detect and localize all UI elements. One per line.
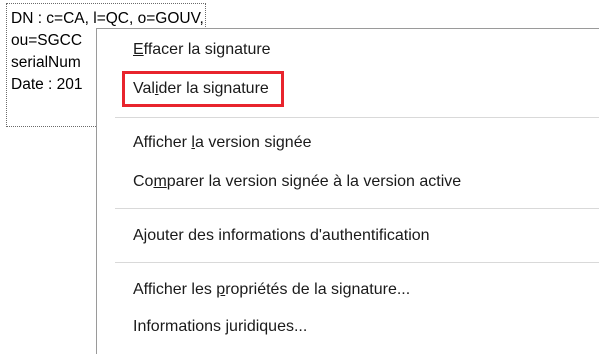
menu-item-signature-properties[interactable]: Afficher les propriétés de la signature.… [133, 279, 410, 301]
signature-dn-line: DN : c=CA, l=QC, o=GOUV, ou=ICP, [11, 10, 205, 27]
menu-separator [115, 117, 599, 118]
signature-context-menu: Effacer la signature Valider la signatur… [96, 28, 599, 354]
menu-item-compare-versions[interactable]: Comparer la version signée à la version … [133, 171, 461, 193]
menu-item-show-signed-version[interactable]: Afficher la version signée [133, 132, 311, 154]
menu-item-legal-information[interactable]: Informations juridiques... [133, 316, 307, 338]
menu-separator [115, 208, 599, 209]
menu-item-validate-signature[interactable]: Valider la signature [122, 71, 284, 107]
menu-separator [115, 262, 599, 263]
page: DN : c=CA, l=QC, o=GOUV, ou=ICP, ou=SGCC… [0, 0, 599, 354]
menu-item-add-authentication-info[interactable]: Ajouter des informations d'authentificat… [133, 225, 430, 247]
menu-item-clear-signature[interactable]: Effacer la signature [133, 39, 271, 61]
